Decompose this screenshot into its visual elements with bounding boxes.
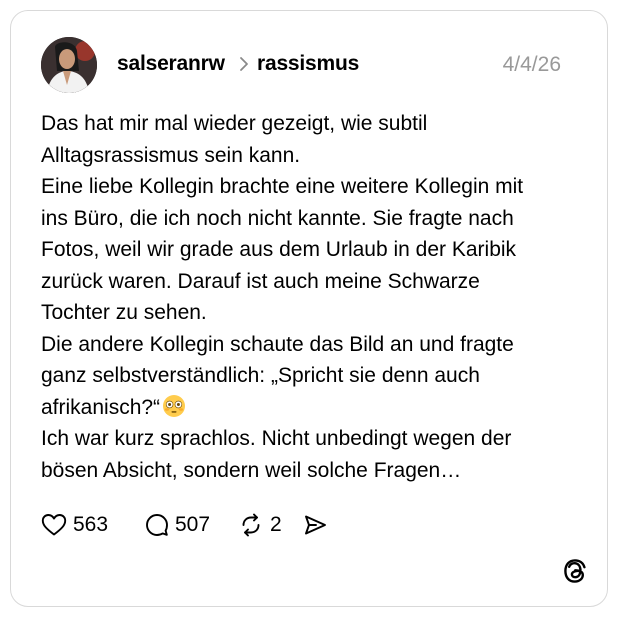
profile-photo-avatar — [41, 37, 97, 93]
repost-count: 2 — [270, 513, 282, 536]
threads-logo-icon — [564, 559, 586, 583]
post-body: Das hat mir mal wieder gezeigt, wie subt… — [41, 108, 571, 486]
post-text-paragraph-3-text: Die andere Kollegin schaute das Bild an … — [41, 332, 514, 419]
heart-icon — [41, 514, 67, 536]
like-count: 563 — [73, 513, 109, 536]
like-button[interactable]: 563 — [41, 508, 108, 542]
repost-arrows-icon — [242, 513, 260, 537]
post-date: 4/4/26 — [502, 53, 561, 76]
repost-button[interactable]: 2 — [238, 508, 282, 542]
comment-count: 507 — [175, 513, 211, 536]
speech-bubble-icon — [146, 514, 168, 536]
post-actions: 563 507 2 — [41, 508, 441, 542]
post-text-paragraph-1: Das hat mir mal wieder gezeigt, wie subt… — [41, 112, 428, 167]
topic-tag[interactable]: rassismus — [257, 52, 359, 76]
post-text-paragraph-2: Eine liebe Kollegin brachte eine weitere… — [41, 175, 524, 324]
username[interactable]: salseranrw — [117, 52, 225, 76]
post-text-paragraph-4: Ich war kurz sprachlos. Nicht unbedingt … — [41, 427, 512, 482]
avatar[interactable] — [41, 37, 97, 93]
comment-button[interactable]: 507 — [145, 508, 210, 542]
chevron-right-icon — [240, 57, 248, 71]
post-text-paragraph-3: Die andere Kollegin schaute das Bild an … — [41, 329, 571, 424]
share-button[interactable] — [303, 508, 327, 542]
flushed-face-emoji — [163, 394, 186, 417]
post-header: salseranrw rassismus 4/4/26 — [41, 37, 561, 97]
post-card: salseranrw rassismus 4/4/26 Das hat mir … — [10, 10, 608, 607]
send-arrow-icon — [305, 515, 326, 535]
